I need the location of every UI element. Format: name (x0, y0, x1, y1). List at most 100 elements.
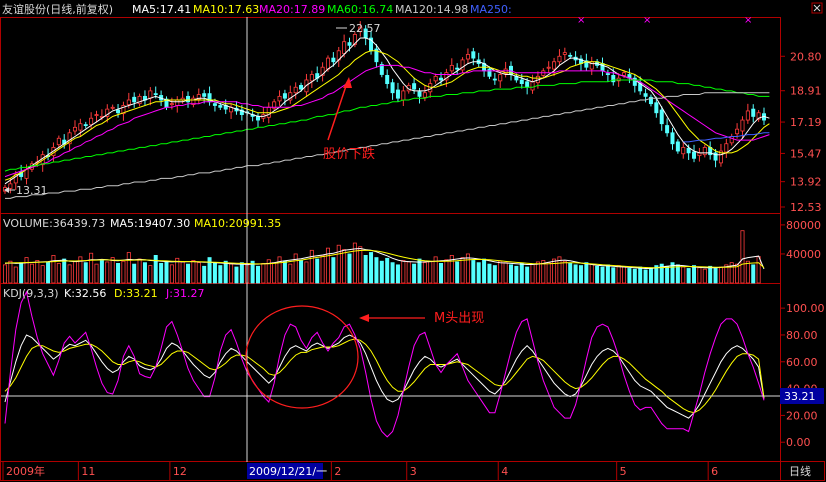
volume-bar (562, 260, 567, 284)
candle-body (455, 67, 460, 70)
volume-bar (713, 268, 718, 284)
volume-bar (331, 257, 336, 284)
volume-bar (616, 265, 621, 284)
event-marker-icon[interactable]: × (577, 15, 585, 26)
price-drop-annotation: 股价下跌 (323, 146, 375, 162)
volume-bar (546, 262, 551, 284)
kdj-legend: KDJ(9,3,3) (3, 287, 59, 300)
stock-chart-window[interactable]: 20.80 18.91 17.19 15.47 13.92 12.53 80000 4000… (0, 0, 826, 482)
volume-bar (99, 259, 104, 284)
candle-body (110, 106, 115, 109)
event-marker-icon[interactable]: × (744, 15, 752, 26)
volume-bar (218, 265, 223, 284)
cursor-date-label: 2009/12/21/一 (249, 465, 327, 478)
volume-bar (665, 265, 670, 284)
candle-body (293, 86, 298, 94)
volume-bar (105, 261, 110, 284)
candle-body (132, 96, 137, 103)
candle-body (8, 183, 13, 189)
volume-bar (439, 262, 444, 284)
volume-bar (681, 266, 686, 284)
kdj-k-legend: K:32.56 (64, 287, 106, 300)
price-panel: 20.80 18.91 17.19 15.47 13.92 12.53 (3, 21, 822, 214)
volume-bar (83, 262, 88, 284)
volume-bar (56, 262, 61, 284)
volume-bar (455, 261, 460, 284)
volume-bar (212, 262, 217, 284)
close-icon[interactable] (811, 2, 823, 14)
candle-body (390, 82, 395, 94)
candle-body (422, 92, 427, 98)
volume-bar (62, 258, 67, 284)
x-tick-label: 11 (81, 465, 95, 478)
volume-bar (627, 268, 632, 284)
kdj-panel-frame (0, 283, 781, 462)
volume-bar (745, 260, 750, 284)
volume-bar (702, 268, 707, 284)
volume-bar (369, 252, 374, 284)
period-selector[interactable]: 日线 (789, 464, 811, 478)
volume-bar (525, 266, 530, 284)
candle-body (78, 123, 83, 131)
volume-bar (595, 265, 600, 284)
volume-bar (3, 264, 8, 284)
volume-bar (422, 262, 427, 284)
volume-bar (675, 264, 680, 284)
volume-bar (186, 263, 191, 284)
ma10-legend: MA10:17.63 (193, 3, 259, 16)
volume-bar (697, 267, 702, 284)
volume-bar (309, 249, 314, 284)
candle-body (557, 55, 562, 63)
volume-bar (756, 256, 761, 284)
volume-bar (116, 262, 121, 284)
candle-body (675, 141, 680, 152)
volume-bar (740, 230, 745, 284)
volume-bar (530, 263, 535, 284)
volume-bar (89, 252, 94, 284)
kdj-current-value: 33.21 (784, 390, 816, 403)
volume-ma10-legend: MA10:20991.35 (194, 217, 281, 230)
volume-bar (444, 259, 449, 284)
volume-bar (584, 262, 589, 284)
volume-bar (460, 257, 465, 284)
x-tick-label: 2 (334, 465, 341, 478)
x-tick-label: 4 (501, 465, 508, 478)
volume-bar (142, 262, 147, 284)
kdj-panel: 100.0080.0060.0040.0020.000.00 (4, 290, 825, 449)
candle-body (126, 99, 131, 105)
volume-y-tick-label: 80000 (786, 219, 821, 232)
x-axis: 2009年 11 12 2009/12/21/一 2 3 4 5 6 (2, 462, 718, 480)
candle-body (202, 93, 207, 97)
candle-body (665, 125, 670, 134)
x-tick-label: 6 (711, 465, 718, 478)
volume-bar (153, 254, 158, 284)
volume-bar (498, 260, 503, 284)
x-tick-label: 12 (173, 465, 187, 478)
volume-bar (336, 244, 341, 284)
volume-bar (395, 264, 400, 284)
volume-bar (535, 261, 540, 284)
candle-body (735, 128, 740, 135)
volume-bar (191, 260, 196, 284)
candle-body (175, 99, 180, 106)
volume-bar (169, 264, 174, 284)
volume-bar (207, 257, 212, 284)
volume-bar (503, 262, 508, 284)
volume-bar (611, 267, 616, 284)
kdj-y-tick-label: 60.00 (786, 356, 818, 369)
candle-body (492, 78, 497, 81)
chart-canvas[interactable]: 20.80 18.91 17.19 15.47 13.92 12.53 80000 4000… (0, 0, 826, 482)
volume-bar (648, 267, 653, 284)
volume-bar (487, 263, 492, 284)
volume-bar (299, 260, 304, 284)
volume-bar (508, 264, 513, 284)
ma60-legend: MA60:16.74 (327, 3, 393, 16)
candle-body (745, 110, 750, 121)
candle-body (169, 103, 174, 106)
candle-body (395, 89, 400, 99)
volume-bar (492, 265, 497, 284)
price-drop-arrowhead-icon (343, 77, 352, 88)
candle-body (299, 85, 304, 90)
event-marker-icon[interactable]: × (643, 15, 651, 26)
candle-body (417, 91, 422, 97)
